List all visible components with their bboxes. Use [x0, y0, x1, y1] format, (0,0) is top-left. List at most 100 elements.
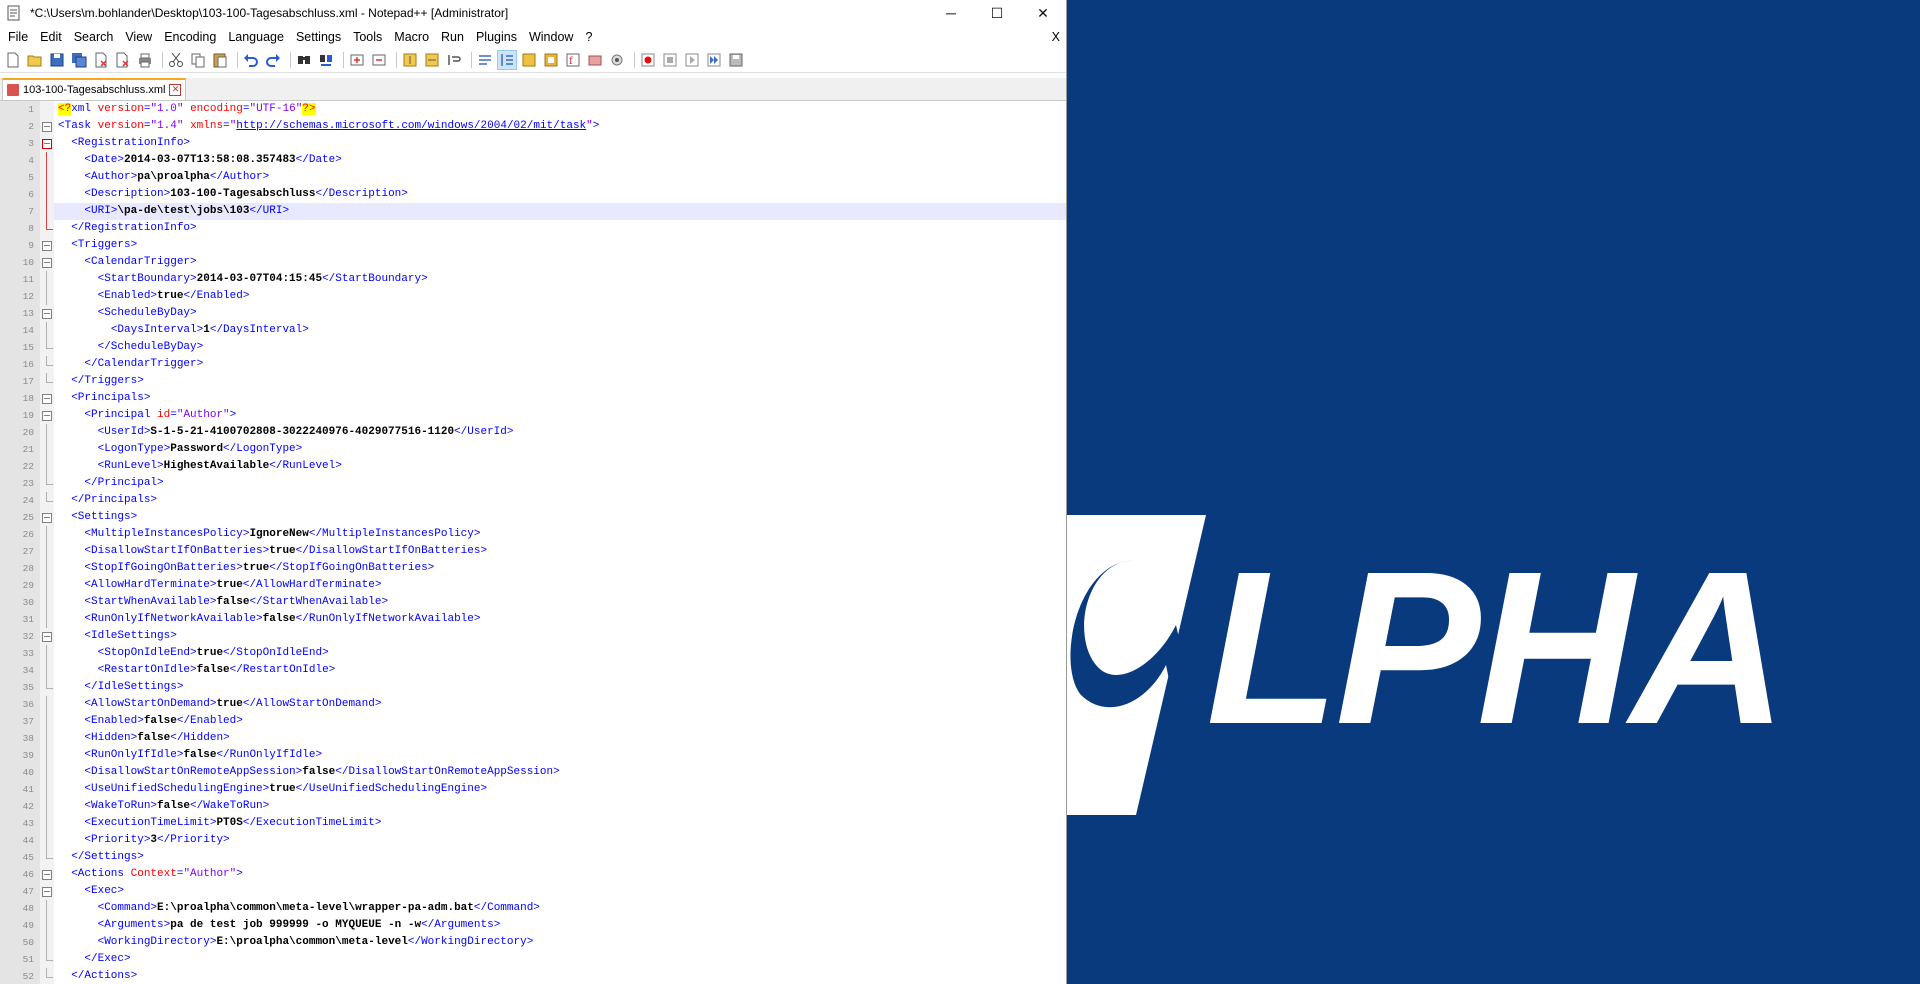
editor-area[interactable]: 1 <?xml version="1.0" encoding="UTF-16"?>…	[0, 101, 1066, 984]
folder-workspace-icon[interactable]	[586, 51, 604, 69]
code-line[interactable]: 47 <Exec>	[0, 883, 1066, 900]
menu-view[interactable]: View	[119, 26, 158, 48]
code-line[interactable]: 48 <Command>E:\proalpha\common\meta-leve…	[0, 900, 1066, 917]
fold-collapse-icon[interactable]	[40, 883, 54, 900]
sync-vertical-scroll-icon[interactable]	[401, 51, 419, 69]
code-line[interactable]: 42 <WakeToRun>false</WakeToRun>	[0, 798, 1066, 815]
open-file-icon[interactable]	[26, 51, 44, 69]
zoom-out-icon[interactable]	[370, 51, 388, 69]
code-line[interactable]: 4 <Date>2014-03-07T13:58:08.357483</Date…	[0, 152, 1066, 169]
fold-collapse-icon[interactable]	[40, 628, 54, 645]
undo-icon[interactable]	[242, 51, 260, 69]
minimize-button[interactable]: ─	[928, 0, 974, 26]
function-list-icon[interactable]: f	[564, 51, 582, 69]
save-all-icon[interactable]	[70, 51, 88, 69]
cut-icon[interactable]	[167, 51, 185, 69]
menu-settings[interactable]: Settings	[290, 26, 347, 48]
code-line[interactable]: 11 <StartBoundary>2014-03-07T04:15:45</S…	[0, 271, 1066, 288]
fold-collapse-icon[interactable]	[40, 118, 54, 135]
copy-icon[interactable]	[189, 51, 207, 69]
code-line[interactable]: 27 <DisallowStartIfOnBatteries>true</Dis…	[0, 543, 1066, 560]
sync-horizontal-scroll-icon[interactable]	[423, 51, 441, 69]
fold-collapse-icon[interactable]	[40, 254, 54, 271]
code-line[interactable]: 20 <UserId>S-1-5-21-4100702808-302224097…	[0, 424, 1066, 441]
code-line[interactable]: 21 <LogonType>Password</LogonType>	[0, 441, 1066, 458]
code-line[interactable]: 45 </Settings>	[0, 849, 1066, 866]
save-icon[interactable]	[48, 51, 66, 69]
code-line[interactable]: 52 </Actions>	[0, 968, 1066, 984]
code-line[interactable]: 12 <Enabled>true</Enabled>	[0, 288, 1066, 305]
code-line[interactable]: 6 <Description>103-100-Tagesabschluss</D…	[0, 186, 1066, 203]
replace-icon[interactable]	[317, 51, 335, 69]
code-line[interactable]: 18 <Principals>	[0, 390, 1066, 407]
fold-collapse-icon[interactable]	[40, 509, 54, 526]
fold-collapse-icon[interactable]	[40, 135, 54, 152]
fold-collapse-icon[interactable]	[40, 305, 54, 322]
code-line[interactable]: 28 <StopIfGoingOnBatteries>true</StopIfG…	[0, 560, 1066, 577]
code-line[interactable]: 37 <Enabled>false</Enabled>	[0, 713, 1066, 730]
close-all-icon[interactable]	[114, 51, 132, 69]
menu-run[interactable]: Run	[435, 26, 470, 48]
code-line[interactable]: 1 <?xml version="1.0" encoding="UTF-16"?>	[0, 101, 1066, 118]
code-line[interactable]: 5 <Author>pa\proalpha</Author>	[0, 169, 1066, 186]
code-line[interactable]: 40 <DisallowStartOnRemoteAppSession>fals…	[0, 764, 1066, 781]
code-line[interactable]: 23 </Principal>	[0, 475, 1066, 492]
code-line[interactable]: 38 <Hidden>false</Hidden>	[0, 730, 1066, 747]
new-file-icon[interactable]	[4, 51, 22, 69]
code-line[interactable]: 16 </CalendarTrigger>	[0, 356, 1066, 373]
zoom-in-icon[interactable]	[348, 51, 366, 69]
code-line[interactable]: 32 <IdleSettings>	[0, 628, 1066, 645]
code-line[interactable]: 30 <StartWhenAvailable>false</StartWhenA…	[0, 594, 1066, 611]
save-macro-icon[interactable]	[727, 51, 745, 69]
code-line[interactable]: 14 <DaysInterval>1</DaysInterval>	[0, 322, 1066, 339]
code-line[interactable]: 25 <Settings>	[0, 509, 1066, 526]
code-line[interactable]: 19 <Principal id="Author">	[0, 407, 1066, 424]
menu-encoding[interactable]: Encoding	[158, 26, 222, 48]
code-line[interactable]: 8 </RegistrationInfo>	[0, 220, 1066, 237]
record-macro-icon[interactable]	[639, 51, 657, 69]
code-line[interactable]: 49 <Arguments>pa de test job 999999 -o M…	[0, 917, 1066, 934]
code-line[interactable]: 41 <UseUnifiedSchedulingEngine>true</Use…	[0, 781, 1066, 798]
stop-macro-icon[interactable]	[661, 51, 679, 69]
menu-window[interactable]: Window	[523, 26, 579, 48]
code-line[interactable]: 31 <RunOnlyIfNetworkAvailable>false</Run…	[0, 611, 1066, 628]
redo-icon[interactable]	[264, 51, 282, 69]
code-line[interactable]: 50 <WorkingDirectory>E:\proalpha\common\…	[0, 934, 1066, 951]
maximize-button[interactable]: ☐	[974, 0, 1020, 26]
tab-document[interactable]: 103-100-Tagesabschluss.xml ✕	[2, 78, 187, 100]
code-line[interactable]: 51 </Exec>	[0, 951, 1066, 968]
code-line[interactable]: 3 <RegistrationInfo>	[0, 135, 1066, 152]
code-line[interactable]: 10 <CalendarTrigger>	[0, 254, 1066, 271]
code-line[interactable]: 17 </Triggers>	[0, 373, 1066, 390]
close-file-icon[interactable]	[92, 51, 110, 69]
find-icon[interactable]	[295, 51, 313, 69]
user-defined-language-icon[interactable]	[520, 51, 538, 69]
code-line[interactable]: 35 </IdleSettings>	[0, 679, 1066, 696]
monitoring-icon[interactable]	[608, 51, 626, 69]
title-bar[interactable]: *C:\Users\m.bohlander\Desktop\103-100-Ta…	[0, 0, 1066, 26]
fold-collapse-icon[interactable]	[40, 407, 54, 424]
fold-collapse-icon[interactable]	[40, 866, 54, 883]
menu-search[interactable]: Search	[68, 26, 120, 48]
code-line[interactable]: 15 </ScheduleByDay>	[0, 339, 1066, 356]
menu-plugins[interactable]: Plugins	[470, 26, 523, 48]
code-line[interactable]: 34 <RestartOnIdle>false</RestartOnIdle>	[0, 662, 1066, 679]
menu-language[interactable]: Language	[222, 26, 290, 48]
play-macro-icon[interactable]	[683, 51, 701, 69]
menu-tools[interactable]: Tools	[347, 26, 388, 48]
code-line[interactable]: 9 <Triggers>	[0, 237, 1066, 254]
paste-icon[interactable]	[211, 51, 229, 69]
fold-collapse-icon[interactable]	[40, 390, 54, 407]
word-wrap-icon[interactable]	[445, 51, 463, 69]
indent-guide-icon[interactable]	[497, 50, 517, 70]
close-button[interactable]: ✕	[1020, 0, 1066, 26]
code-line[interactable]: 33 <StopOnIdleEnd>true</StopOnIdleEnd>	[0, 645, 1066, 662]
menu-help[interactable]: ?	[579, 26, 598, 48]
menu-edit[interactable]: Edit	[34, 26, 68, 48]
code-line[interactable]: 22 <RunLevel>HighestAvailable</RunLevel>	[0, 458, 1066, 475]
code-line[interactable]: 24 </Principals>	[0, 492, 1066, 509]
code-line[interactable]: 39 <RunOnlyIfIdle>false</RunOnlyIfIdle>	[0, 747, 1066, 764]
close-document-button[interactable]: X	[1046, 26, 1066, 48]
code-line[interactable]: 2 <Task version="1.4" xmlns="http://schem…	[0, 118, 1066, 135]
code-line[interactable]: 26 <MultipleInstancesPolicy>IgnoreNew</M…	[0, 526, 1066, 543]
